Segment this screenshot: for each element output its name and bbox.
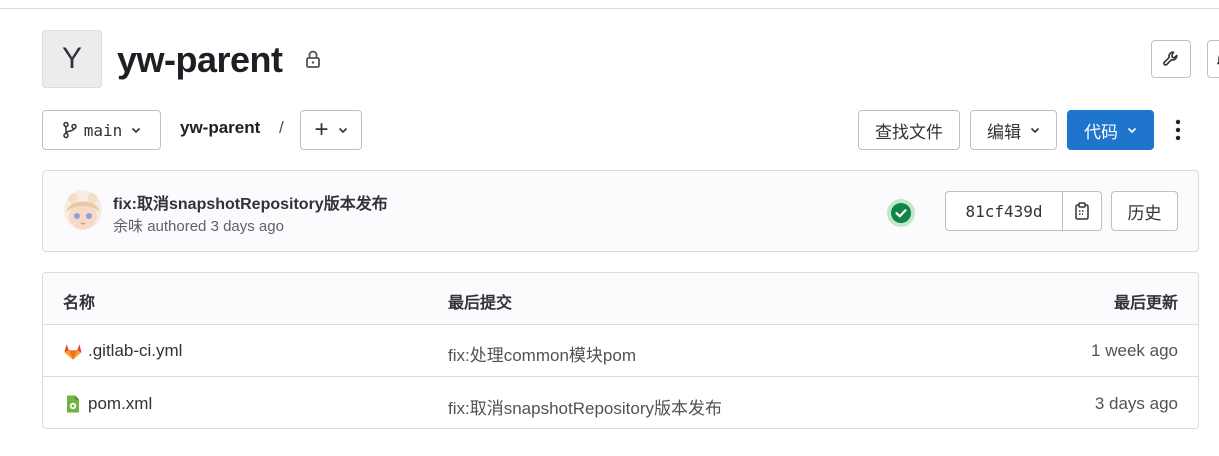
author-avatar[interactable]: [64, 190, 102, 230]
file-last-updated: 1 week ago: [1091, 341, 1178, 360]
file-table: 名称 最后提交 最后更新 .gitlab-ci.yml fix:处理common…: [42, 272, 1199, 429]
chevron-down-icon: [338, 127, 347, 134]
notification-button[interactable]: [1207, 40, 1219, 78]
commit-title[interactable]: fix:取消snapshotRepository版本发布: [113, 190, 388, 214]
copy-sha-button[interactable]: [1063, 192, 1101, 230]
project-settings-button[interactable]: [1151, 40, 1191, 78]
branch-selector[interactable]: main: [42, 110, 161, 150]
code-label: 代码: [1084, 122, 1118, 142]
top-divider: [0, 8, 1219, 9]
chevron-down-icon: [1127, 127, 1137, 134]
file-name[interactable]: pom.xml: [88, 394, 152, 414]
gitlab-icon: [64, 344, 82, 360]
branch-name: main: [83, 120, 123, 140]
project-avatar[interactable]: Y: [42, 30, 102, 88]
commit-sha-group: 81cf439d: [945, 191, 1102, 231]
breadcrumb-separator: /: [279, 118, 284, 137]
column-last-update-header: 最后更新: [1113, 295, 1178, 312]
branch-icon: [62, 121, 77, 139]
add-dropdown-button[interactable]: +: [300, 110, 362, 150]
clipboard-icon: [1075, 202, 1089, 220]
commit-author[interactable]: 余味: [113, 218, 143, 235]
table-header: 名称 最后提交 最后更新: [43, 273, 1198, 325]
last-commit-card: fix:取消snapshotRepository版本发布 余味 authored…: [42, 170, 1199, 252]
edit-dropdown-button[interactable]: 编辑: [970, 110, 1057, 150]
file-name[interactable]: .gitlab-ci.yml: [88, 341, 182, 361]
table-row[interactable]: .gitlab-ci.yml fix:处理common模块pom 1 week …: [43, 325, 1198, 377]
repo-toolbar: main yw-parent / + 查找文件 编辑 代码: [42, 110, 1219, 150]
lock-icon: [306, 50, 320, 68]
project-header: Y yw-parent: [42, 30, 1219, 90]
project-title: yw-parent: [117, 39, 283, 80]
column-last-commit-header: 最后提交: [448, 295, 513, 312]
edit-label: 编辑: [987, 122, 1021, 142]
commit-meta: 余味 authored 3 days ago: [113, 215, 284, 236]
plus-icon: +: [314, 116, 329, 143]
table-row[interactable]: pom.xml fix:取消snapshotRepository版本发布 3 d…: [43, 378, 1198, 428]
chevron-down-icon: [132, 127, 141, 134]
chevron-down-icon: [1030, 127, 1040, 134]
wrench-icon: [1163, 51, 1178, 66]
file-last-commit[interactable]: fix:处理common模块pom: [448, 341, 636, 366]
history-label: 历史: [1127, 203, 1162, 223]
column-name-header: 名称: [63, 295, 96, 312]
commit-time: authored 3 days ago: [147, 218, 284, 235]
file-last-commit[interactable]: fix:取消snapshotRepository版本发布: [448, 394, 722, 419]
breadcrumb-repo[interactable]: yw-parent: [180, 118, 260, 138]
commit-sha[interactable]: 81cf439d: [946, 192, 1062, 230]
pipeline-passed-icon[interactable]: [886, 198, 916, 228]
file-last-updated: 3 days ago: [1094, 394, 1178, 413]
find-file-label: 查找文件: [875, 122, 943, 142]
history-button[interactable]: 历史: [1111, 191, 1178, 231]
more-actions-icon[interactable]: [1168, 118, 1188, 142]
find-file-button[interactable]: 查找文件: [858, 110, 960, 150]
xml-file-icon: [67, 395, 79, 413]
code-dropdown-button[interactable]: 代码: [1067, 110, 1154, 150]
